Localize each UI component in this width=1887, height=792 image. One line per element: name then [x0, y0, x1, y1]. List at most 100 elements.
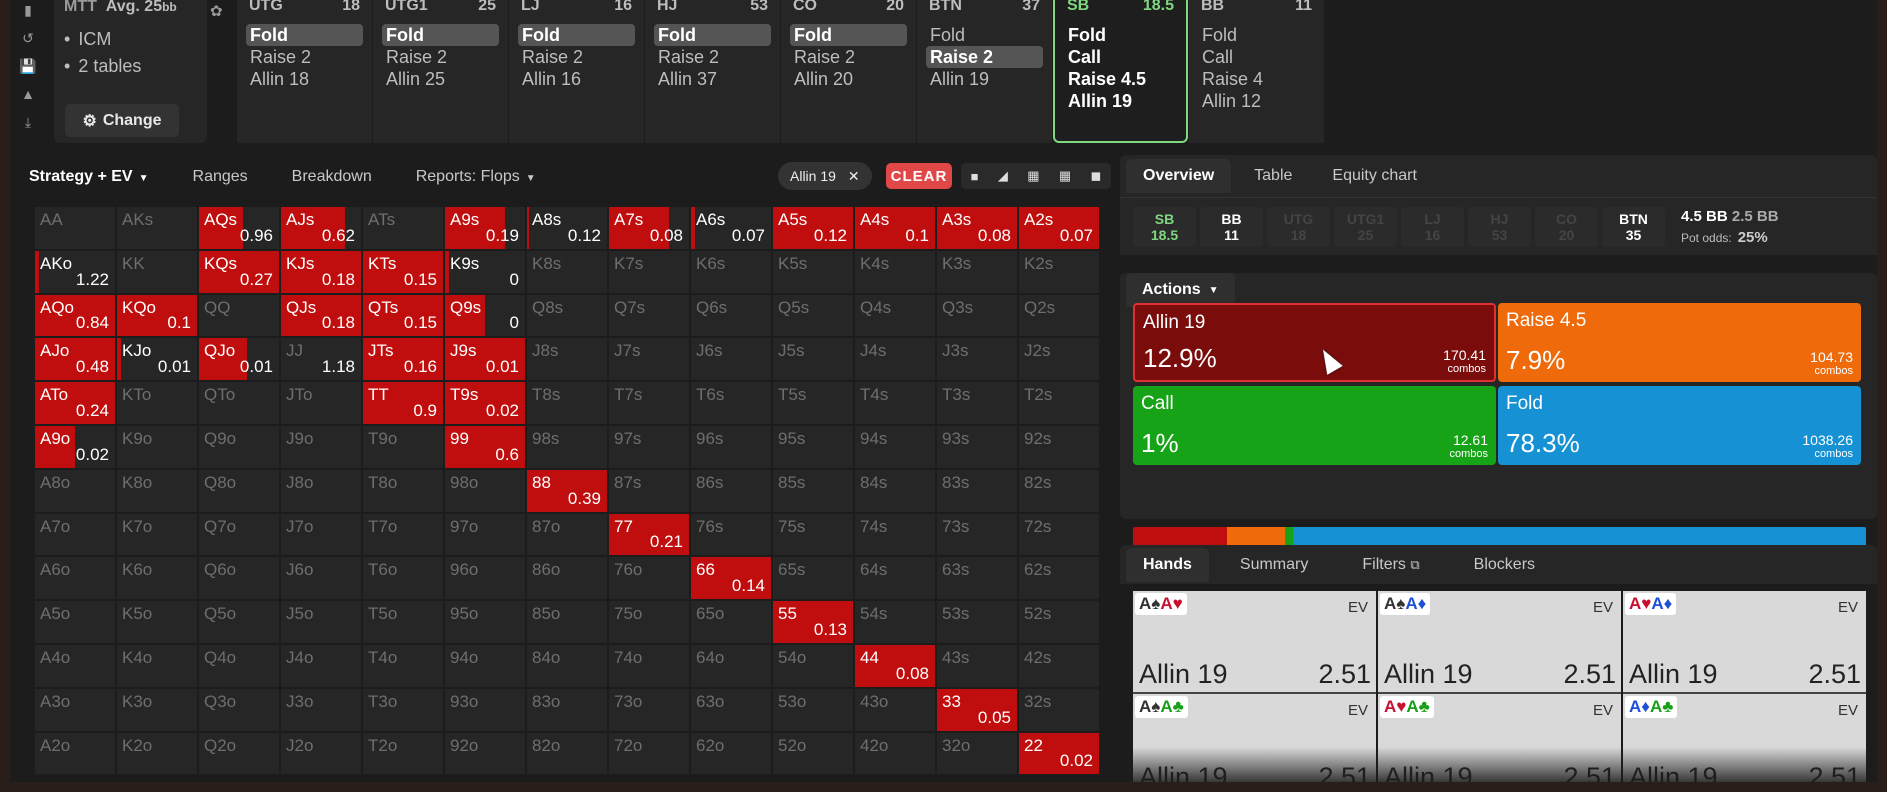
hand-cell[interactable]: Q6o	[198, 556, 280, 601]
hand-card[interactable]: A♠A♥ EV Allin 19 2.51	[1133, 591, 1376, 694]
hand-card[interactable]: A♥A♦ EV Allin 19 2.51	[1623, 591, 1866, 694]
hand-cell[interactable]: 96s	[690, 424, 772, 469]
hand-cell[interactable]: K6o	[116, 556, 198, 601]
action-option[interactable]: Raise 2	[518, 46, 635, 68]
hand-cell[interactable]: T8o	[362, 468, 444, 513]
hand-cell[interactable]: AKo 1.22	[34, 249, 116, 294]
hand-card[interactable]: A♥A♣ EV Allin 19 2.51	[1378, 694, 1621, 782]
hand-cell[interactable]: J3s	[936, 337, 1018, 382]
hand-cell[interactable]: 72s	[1018, 512, 1100, 557]
hand-cell[interactable]: 88 0.39	[526, 468, 608, 513]
hand-cell[interactable]: TT 0.9	[362, 381, 444, 425]
hand-cell[interactable]: 93s	[936, 424, 1018, 469]
hand-cell[interactable]: 94s	[854, 424, 936, 469]
hand-cell[interactable]: A7s 0.08	[608, 206, 690, 250]
hand-cell[interactable]: K5o	[116, 600, 198, 644]
hand-cell[interactable]: KJs 0.18	[280, 249, 362, 294]
hand-cell[interactable]: K6s	[690, 249, 772, 294]
hand-cell[interactable]: QTo	[198, 381, 280, 425]
hand-cell[interactable]: T9o	[362, 424, 444, 469]
hand-cell[interactable]: J3o	[280, 687, 362, 732]
hand-cell[interactable]: 42o	[854, 731, 936, 776]
hand-cell[interactable]: 54o	[772, 643, 854, 688]
hand-cell[interactable]: 94o	[444, 643, 526, 688]
hand-cell[interactable]: 82o	[526, 731, 608, 776]
position-utg[interactable]: UTG 18 Fold Raise 2 Allin 18	[237, 0, 372, 143]
action-option[interactable]: Allin 12	[1198, 90, 1315, 112]
action-option[interactable]: Fold	[518, 24, 635, 46]
hand-cell[interactable]: 42s	[1018, 643, 1100, 688]
hand-cell[interactable]: K8o	[116, 468, 198, 513]
hand-cell[interactable]: T7o	[362, 512, 444, 557]
hand-cell[interactable]: J5s	[772, 337, 854, 382]
hand-cell[interactable]: K5s	[772, 249, 854, 294]
hand-cell[interactable]: A5s 0.12	[772, 206, 854, 250]
gamepad-icon[interactable]: ▲	[18, 84, 38, 104]
close-icon[interactable]: ✕	[848, 168, 860, 185]
hand-cell[interactable]: T8s	[526, 381, 608, 425]
tab-table[interactable]: Table	[1237, 159, 1309, 193]
position-bb[interactable]: BB 11 Fold Call Raise 4 Allin 12	[1189, 0, 1324, 143]
action-option[interactable]: Allin 25	[382, 68, 499, 90]
hand-cell[interactable]: Q2s	[1018, 293, 1100, 338]
hand-cell[interactable]: J8o	[280, 468, 362, 513]
action-option[interactable]: Raise 2	[790, 46, 907, 68]
hand-cell[interactable]: QJo 0.01	[198, 337, 280, 382]
hand-cell[interactable]: 63s	[936, 556, 1018, 601]
action-option[interactable]: Fold	[382, 24, 499, 46]
hand-cell[interactable]: J9s 0.01	[444, 337, 526, 382]
hand-cell[interactable]: T5s	[772, 381, 854, 425]
hand-cell[interactable]: 44 0.08	[854, 643, 936, 688]
hand-cell[interactable]: 93o	[444, 687, 526, 732]
tab-hands[interactable]: Hands	[1126, 547, 1209, 582]
hand-cell[interactable]: Q3s	[936, 293, 1018, 338]
compress-icon[interactable]: ▦	[1027, 168, 1039, 184]
hand-cell[interactable]: 82s	[1018, 468, 1100, 513]
hand-cell[interactable]: T6o	[362, 556, 444, 601]
hand-cell[interactable]: K4s	[854, 249, 936, 294]
hand-cell[interactable]: KTo	[116, 381, 198, 425]
tab-ranges[interactable]: Ranges	[184, 168, 257, 186]
hand-cell[interactable]: A3o	[34, 687, 116, 732]
tab-blockers[interactable]: Blockers	[1457, 548, 1552, 582]
hand-cell[interactable]: QTs 0.15	[362, 293, 444, 338]
hand-cell[interactable]: A8o	[34, 468, 116, 513]
hand-cell[interactable]: A8s 0.12	[526, 206, 608, 250]
hand-cell[interactable]: 85s	[772, 468, 854, 513]
hand-cell[interactable]: K9s 0	[444, 249, 526, 294]
hand-cell[interactable]: J6s	[690, 337, 772, 382]
hand-cell[interactable]: A6s 0.07	[690, 206, 772, 250]
action-option[interactable]: Fold	[246, 24, 363, 46]
hand-cell[interactable]: 62o	[690, 731, 772, 776]
hand-cell[interactable]: T2s	[1018, 381, 1100, 425]
action-box-raise[interactable]: Raise 4.5 7.9% 104.73 combos	[1498, 303, 1861, 382]
hand-cell[interactable]: KQo 0.1	[116, 293, 198, 338]
action-option[interactable]: Call	[1198, 46, 1315, 68]
hand-cell[interactable]: 53s	[936, 600, 1018, 644]
hand-cell[interactable]: 98o	[444, 468, 526, 513]
action-option[interactable]: Allin 37	[654, 68, 771, 90]
action-option[interactable]: Allin 19	[1064, 90, 1177, 112]
action-option[interactable]: Raise 4.5	[1064, 68, 1177, 90]
hand-cell[interactable]: J7s	[608, 337, 690, 382]
hand-cell[interactable]: A5o	[34, 600, 116, 644]
hand-cell[interactable]: 83o	[526, 687, 608, 732]
tab-breakdown[interactable]: Breakdown	[283, 168, 381, 186]
hand-cell[interactable]: 77 0.21	[608, 512, 690, 557]
clear-button[interactable]: CLEAR	[886, 163, 952, 189]
hand-cell[interactable]: JTo	[280, 381, 362, 425]
position-lj[interactable]: LJ 16 Fold Raise 2 Allin 16	[509, 0, 644, 143]
hand-cell[interactable]: 74o	[608, 643, 690, 688]
tab-overview[interactable]: Overview	[1126, 159, 1232, 193]
hand-cell[interactable]: AJo 0.48	[34, 337, 116, 382]
hand-cell[interactable]: 84s	[854, 468, 936, 513]
hand-cell[interactable]: T6s	[690, 381, 772, 425]
hand-cell[interactable]: A9o 0.02	[34, 424, 116, 469]
action-option[interactable]: Raise 4	[1198, 68, 1315, 90]
action-option[interactable]: Call	[1064, 46, 1177, 68]
action-option[interactable]: Fold	[790, 24, 907, 46]
action-option[interactable]: Allin 19	[926, 68, 1043, 90]
hand-cell[interactable]: Q5o	[198, 600, 280, 644]
hand-cell[interactable]: 87s	[608, 468, 690, 513]
hand-cell[interactable]: 64o	[690, 643, 772, 688]
